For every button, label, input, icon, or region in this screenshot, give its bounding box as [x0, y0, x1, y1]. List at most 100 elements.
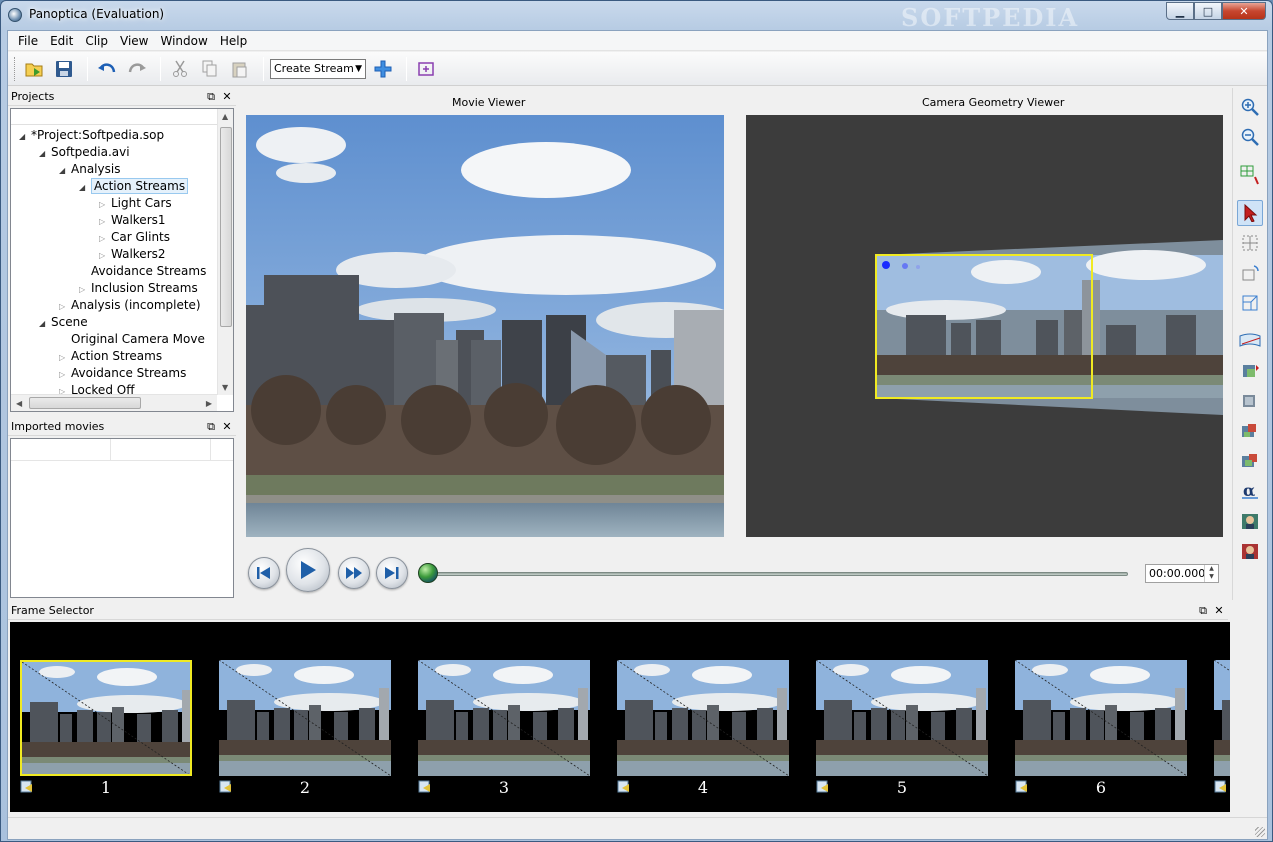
- close-icon[interactable]: ✕: [1213, 604, 1225, 618]
- undo-icon[interactable]: [94, 56, 120, 82]
- tree-item[interactable]: ◢ Analysis: [59, 161, 120, 178]
- fast-forward-button[interactable]: [338, 557, 370, 589]
- tree-item[interactable]: ◢ Action Streams: [79, 178, 189, 196]
- imported-movies-list[interactable]: [10, 438, 234, 598]
- tree-item[interactable]: ▷ Inclusion Streams: [79, 280, 198, 297]
- zoom-out-icon[interactable]: [1237, 124, 1263, 150]
- copy-icon[interactable]: [197, 56, 223, 82]
- skip-end-button[interactable]: [376, 557, 408, 589]
- scroll-down-icon[interactable]: ▼: [222, 383, 228, 392]
- close-icon[interactable]: ✕: [221, 90, 233, 104]
- frame-thumbnail[interactable]: 1: [20, 660, 192, 800]
- zoom-in-icon[interactable]: [1237, 94, 1263, 120]
- camera-move-icon[interactable]: [1237, 358, 1263, 384]
- vertical-scrollbar[interactable]: ▲ ▼: [217, 109, 233, 395]
- close-icon[interactable]: ✕: [221, 420, 233, 434]
- frame-thumbnail[interactable]: 5: [816, 660, 988, 800]
- tree-item[interactable]: ▷ Light Cars: [99, 195, 172, 212]
- tree-item[interactable]: ▷ Walkers2: [99, 246, 166, 263]
- float-icon[interactable]: ⧉: [205, 420, 217, 434]
- frame-strip[interactable]: 1 2 3 4 5 6: [10, 622, 1230, 812]
- play-button[interactable]: [286, 548, 330, 592]
- tree-item[interactable]: ▷ Action Streams: [59, 348, 162, 365]
- rotate-grid-icon[interactable]: [1237, 260, 1263, 286]
- expanded-arrow-icon[interactable]: ◢: [39, 145, 51, 162]
- collapsed-arrow-icon[interactable]: ▷: [59, 349, 71, 366]
- frame-icon[interactable]: [413, 56, 439, 82]
- collapsed-arrow-icon[interactable]: ▷: [59, 298, 71, 315]
- title-bar[interactable]: Panoptica (Evaluation) SOFTPEDIA ▁ □ ✕: [1, 1, 1272, 32]
- scroll-up-icon[interactable]: ▲: [222, 112, 228, 121]
- expanded-arrow-icon[interactable]: ◢: [19, 128, 31, 145]
- project-tree[interactable]: ◢ *Project:Softpedia.sop ◢ Softpedia.avi ◢ An…: [10, 108, 234, 412]
- float-icon[interactable]: ⧉: [1197, 604, 1209, 618]
- collapsed-arrow-icon[interactable]: ▷: [59, 366, 71, 383]
- cut-icon[interactable]: [167, 56, 193, 82]
- expanded-arrow-icon[interactable]: ◢: [39, 315, 51, 332]
- menu-help[interactable]: Help: [214, 31, 253, 51]
- seek-slider-track[interactable]: [434, 572, 1128, 576]
- collapsed-arrow-icon[interactable]: ▷: [99, 213, 111, 230]
- close-button[interactable]: ✕: [1222, 2, 1266, 20]
- frame-thumbnail[interactable]: 6: [1015, 660, 1187, 800]
- frame-thumbnail[interactable]: 3: [418, 660, 590, 800]
- collapsed-arrow-icon[interactable]: ▷: [79, 281, 91, 298]
- float-icon[interactable]: ⧉: [205, 90, 217, 104]
- tree-item[interactable]: ▷ Car Glints: [99, 229, 170, 246]
- menu-window[interactable]: Window: [155, 31, 214, 51]
- tree-item[interactable]: ▷ Analysis (incomplete): [59, 297, 201, 314]
- pointer-icon[interactable]: [1237, 200, 1263, 226]
- maximize-button[interactable]: □: [1194, 2, 1222, 20]
- scroll-left-icon[interactable]: ◀: [16, 399, 22, 408]
- scroll-thumb[interactable]: [220, 127, 232, 327]
- grid-select-icon[interactable]: [1237, 162, 1263, 188]
- horizontal-scrollbar[interactable]: ◀ ▶: [11, 394, 217, 411]
- transform-grid-icon[interactable]: [1237, 230, 1263, 256]
- redo-icon[interactable]: [124, 56, 150, 82]
- tree-item[interactable]: ▷ Avoidance Streams: [59, 365, 186, 382]
- expanded-arrow-icon[interactable]: ◢: [79, 179, 91, 196]
- tree-item[interactable]: ◢ Softpedia.avi: [39, 144, 130, 161]
- menu-file[interactable]: File: [12, 31, 44, 51]
- alpha-icon[interactable]: α: [1237, 478, 1263, 504]
- add-icon[interactable]: [370, 56, 396, 82]
- paste-icon[interactable]: [227, 56, 253, 82]
- tree-item[interactable]: ◢ Scene: [39, 314, 88, 331]
- size-grip[interactable]: [1255, 827, 1265, 837]
- save-icon[interactable]: [51, 56, 77, 82]
- collapsed-arrow-icon[interactable]: ▷: [99, 230, 111, 247]
- track-icon[interactable]: [1237, 418, 1263, 444]
- movie-viewer[interactable]: [246, 115, 724, 537]
- tree-item[interactable]: Original Camera Move: [59, 331, 205, 348]
- menu-clip[interactable]: Clip: [79, 31, 114, 51]
- panorama-icon[interactable]: [1237, 328, 1263, 354]
- tool-strip: α: [1232, 88, 1266, 600]
- composite-icon[interactable]: [1237, 448, 1263, 474]
- scale-grid-icon[interactable]: [1237, 290, 1263, 316]
- frame-thumbnail[interactable]: 7: [1214, 660, 1230, 800]
- scroll-thumb[interactable]: [29, 397, 141, 409]
- time-spinner[interactable]: ▲ ▼: [1204, 565, 1218, 582]
- create-stream-combo[interactable]: Create Stream ▼: [270, 58, 366, 79]
- time-field[interactable]: 00:00.000 ▲ ▼: [1145, 564, 1219, 583]
- scroll-right-icon[interactable]: ▶: [206, 399, 212, 408]
- collapsed-arrow-icon[interactable]: ▷: [99, 247, 111, 264]
- menu-edit[interactable]: Edit: [44, 31, 79, 51]
- camera-geometry-viewer[interactable]: [746, 115, 1223, 537]
- skip-start-button[interactable]: [248, 557, 280, 589]
- person-red-icon[interactable]: [1237, 538, 1263, 564]
- open-icon[interactable]: [21, 56, 47, 82]
- seek-slider-handle[interactable]: [418, 563, 438, 583]
- toolbar-grip[interactable]: [14, 56, 17, 81]
- person-green-icon[interactable]: [1237, 508, 1263, 534]
- collapsed-arrow-icon[interactable]: ▷: [99, 196, 111, 213]
- frame-thumbnail[interactable]: 2: [219, 660, 391, 800]
- expanded-arrow-icon[interactable]: ◢: [59, 162, 71, 179]
- frame-thumbnail[interactable]: 4: [617, 660, 789, 800]
- tree-item[interactable]: Avoidance Streams: [79, 263, 206, 280]
- menu-view[interactable]: View: [114, 31, 154, 51]
- tree-item[interactable]: ◢ *Project:Softpedia.sop: [19, 127, 164, 144]
- tree-item[interactable]: ▷ Walkers1: [99, 212, 166, 229]
- stabilize-icon[interactable]: [1237, 388, 1263, 414]
- minimize-button[interactable]: ▁: [1166, 2, 1194, 20]
